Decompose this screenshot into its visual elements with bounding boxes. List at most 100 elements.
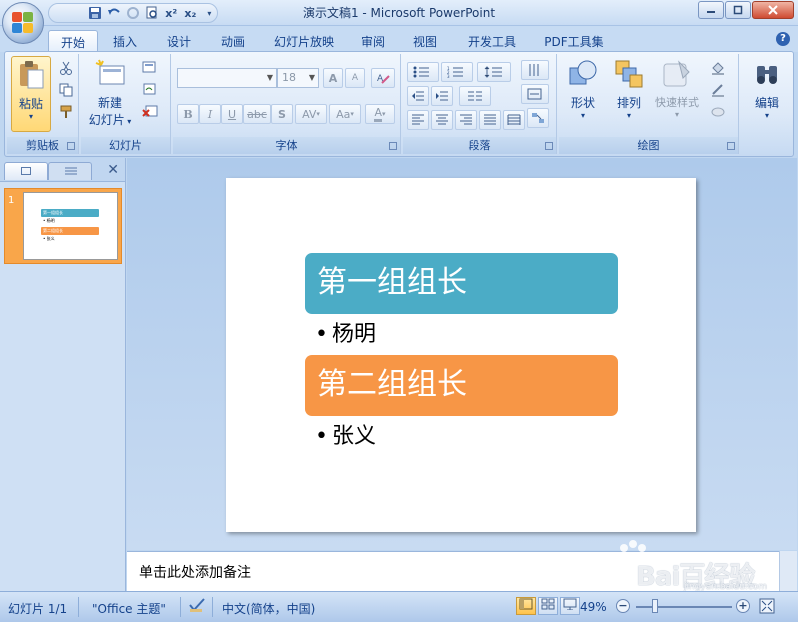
justify-icon[interactable] <box>479 110 501 130</box>
increase-indent-icon[interactable] <box>431 86 453 106</box>
font-group-label: 字体 <box>173 137 400 154</box>
font-color-button[interactable]: A ▾ <box>365 104 395 124</box>
shadow-button[interactable]: S <box>271 104 293 124</box>
drawing-group-label: 绘图 <box>559 137 738 154</box>
decrease-indent-icon[interactable] <box>407 86 429 106</box>
paste-button[interactable]: 粘贴 ▾ <box>11 56 51 132</box>
layout-icon[interactable] <box>141 60 159 76</box>
zoom-level[interactable]: 49% <box>580 600 607 614</box>
slide-sorter-button[interactable] <box>538 597 558 615</box>
close-button[interactable] <box>752 1 794 19</box>
clipboard-group: 粘贴 ▾ 剪贴板 <box>7 54 79 154</box>
arrange-icon <box>613 58 645 90</box>
shape-outline-icon[interactable] <box>709 82 727 98</box>
delete-slide-icon[interactable] <box>141 104 159 120</box>
theme-status[interactable]: "Office 主题" <box>92 600 166 617</box>
maximize-button[interactable] <box>725 1 751 19</box>
font-name-combo[interactable]: ▼ <box>177 68 277 88</box>
new-slide-button[interactable]: 新建 幻灯片 ▾ <box>85 56 135 132</box>
group-2-bullet[interactable]: • 张义 <box>315 418 376 450</box>
tab-pdf-tools[interactable]: PDF工具集 <box>538 30 610 52</box>
spell-check-icon[interactable] <box>188 597 206 616</box>
text-direction-icon[interactable] <box>521 60 549 80</box>
ribbon: 粘贴 ▾ 剪贴板 新建 幻灯片 ▾ 幻灯片 ▼ 18 ▼ A A A B I U… <box>4 51 794 157</box>
shapes-button[interactable]: 形状 ▾ <box>561 56 605 132</box>
zoom-slider-thumb[interactable] <box>652 599 658 613</box>
slides-panel: ✕ 1 第一组组长 • 杨明 第二组组长 • 张义 <box>0 158 126 592</box>
align-text-icon[interactable] <box>521 84 549 104</box>
tab-insert[interactable]: 插入 <box>104 30 146 52</box>
align-center-icon[interactable] <box>431 110 453 130</box>
drawing-launcher-icon[interactable] <box>727 142 735 150</box>
arrange-button[interactable]: 排列 ▾ <box>607 56 651 132</box>
font-group: ▼ 18 ▼ A A A B I U abc S AV ▾ Aa ▾ A ▾ 字体 <box>173 54 401 154</box>
smartart-icon[interactable] <box>527 108 549 128</box>
tab-home[interactable]: 开始 <box>48 30 98 52</box>
thumb-header-1: 第一组组长 <box>41 209 99 217</box>
line-spacing-icon[interactable] <box>477 62 511 82</box>
numbering-icon[interactable]: 123 <box>441 62 473 82</box>
tab-developer[interactable]: 开发工具 <box>460 30 524 52</box>
shape-effects-icon[interactable] <box>709 104 727 120</box>
tab-animations[interactable]: 动画 <box>212 30 254 52</box>
slide-thumbnail[interactable]: 1 第一组组长 • 杨明 第二组组长 • 张义 <box>4 188 122 264</box>
group-2-header[interactable]: 第二组组长 <box>305 355 618 416</box>
tab-review[interactable]: 审阅 <box>352 30 394 52</box>
zoom-in-button[interactable]: + <box>736 599 750 613</box>
columns-icon[interactable] <box>459 86 491 106</box>
quick-styles-button[interactable]: 快速样式 ▾ <box>651 56 703 132</box>
svg-text:3: 3 <box>447 74 450 78</box>
copy-icon[interactable] <box>57 82 75 98</box>
grow-font-button[interactable]: A <box>323 68 343 88</box>
strikethrough-button[interactable]: abc <box>243 104 271 124</box>
tab-design[interactable]: 设计 <box>158 30 200 52</box>
language-status[interactable]: 中文(简体，中国) <box>222 600 315 617</box>
outline-tab-icon <box>65 167 77 175</box>
align-right-icon[interactable] <box>455 110 477 130</box>
notes-placeholder: 单击此处添加备注 <box>139 565 251 581</box>
font-size-combo[interactable]: 18 ▼ <box>277 68 319 88</box>
new-slide-label-2: 幻灯片 <box>88 113 125 127</box>
underline-button[interactable]: U <box>221 104 243 124</box>
distributed-icon[interactable] <box>503 110 525 130</box>
close-panel-icon[interactable]: ✕ <box>107 162 119 178</box>
clipboard-launcher-icon[interactable] <box>67 142 75 150</box>
slide-count-status: 幻灯片 1/1 <box>8 602 68 616</box>
bullets-icon[interactable] <box>407 62 439 82</box>
reset-icon[interactable] <box>141 82 159 98</box>
slide-editing-area: 第一组组长 • 杨明 第二组组长 • 张义 <box>127 158 797 550</box>
slideshow-view-button[interactable] <box>560 597 580 615</box>
slides-group-label: 幻灯片 <box>81 137 170 154</box>
group-1-bullet[interactable]: • 杨明 <box>315 316 376 348</box>
outline-tab[interactable] <box>48 162 92 180</box>
slides-tab[interactable] <box>4 162 48 180</box>
tab-view[interactable]: 视图 <box>404 30 446 52</box>
quick-styles-icon <box>661 58 693 90</box>
change-case-button[interactable]: Aa ▾ <box>329 104 361 124</box>
minimize-button[interactable] <box>698 1 724 19</box>
shapes-icon <box>567 58 599 90</box>
align-left-icon[interactable] <box>407 110 429 130</box>
thumb-bullet-1-text: 杨明 <box>46 218 55 223</box>
shape-fill-icon[interactable] <box>709 60 727 76</box>
fit-window-icon[interactable] <box>758 597 776 618</box>
normal-view-button[interactable] <box>516 597 536 615</box>
char-spacing-button[interactable]: AV ▾ <box>295 104 327 124</box>
zoom-out-button[interactable]: − <box>616 599 630 613</box>
help-icon[interactable]: ? <box>776 32 790 46</box>
format-painter-icon[interactable] <box>57 104 75 120</box>
slide-canvas[interactable]: 第一组组长 • 杨明 第二组组长 • 张义 <box>226 178 696 532</box>
clear-format-icon[interactable]: A <box>371 68 395 88</box>
paragraph-launcher-icon[interactable] <box>545 142 553 150</box>
italic-button[interactable]: I <box>199 104 221 124</box>
editing-button[interactable]: 编辑 ▾ <box>745 56 789 132</box>
zoom-slider-track[interactable] <box>636 606 732 608</box>
office-button[interactable] <box>2 2 44 44</box>
group-1-header[interactable]: 第一组组长 <box>305 253 618 314</box>
font-launcher-icon[interactable] <box>389 142 397 150</box>
drawing-group: 形状 ▾ 排列 ▾ 快速样式 ▾ 绘图 <box>559 54 739 154</box>
shrink-font-button[interactable]: A <box>345 68 365 88</box>
cut-icon[interactable] <box>57 60 75 76</box>
bold-button[interactable]: B <box>177 104 199 124</box>
tab-slideshow[interactable]: 幻灯片放映 <box>266 30 342 52</box>
